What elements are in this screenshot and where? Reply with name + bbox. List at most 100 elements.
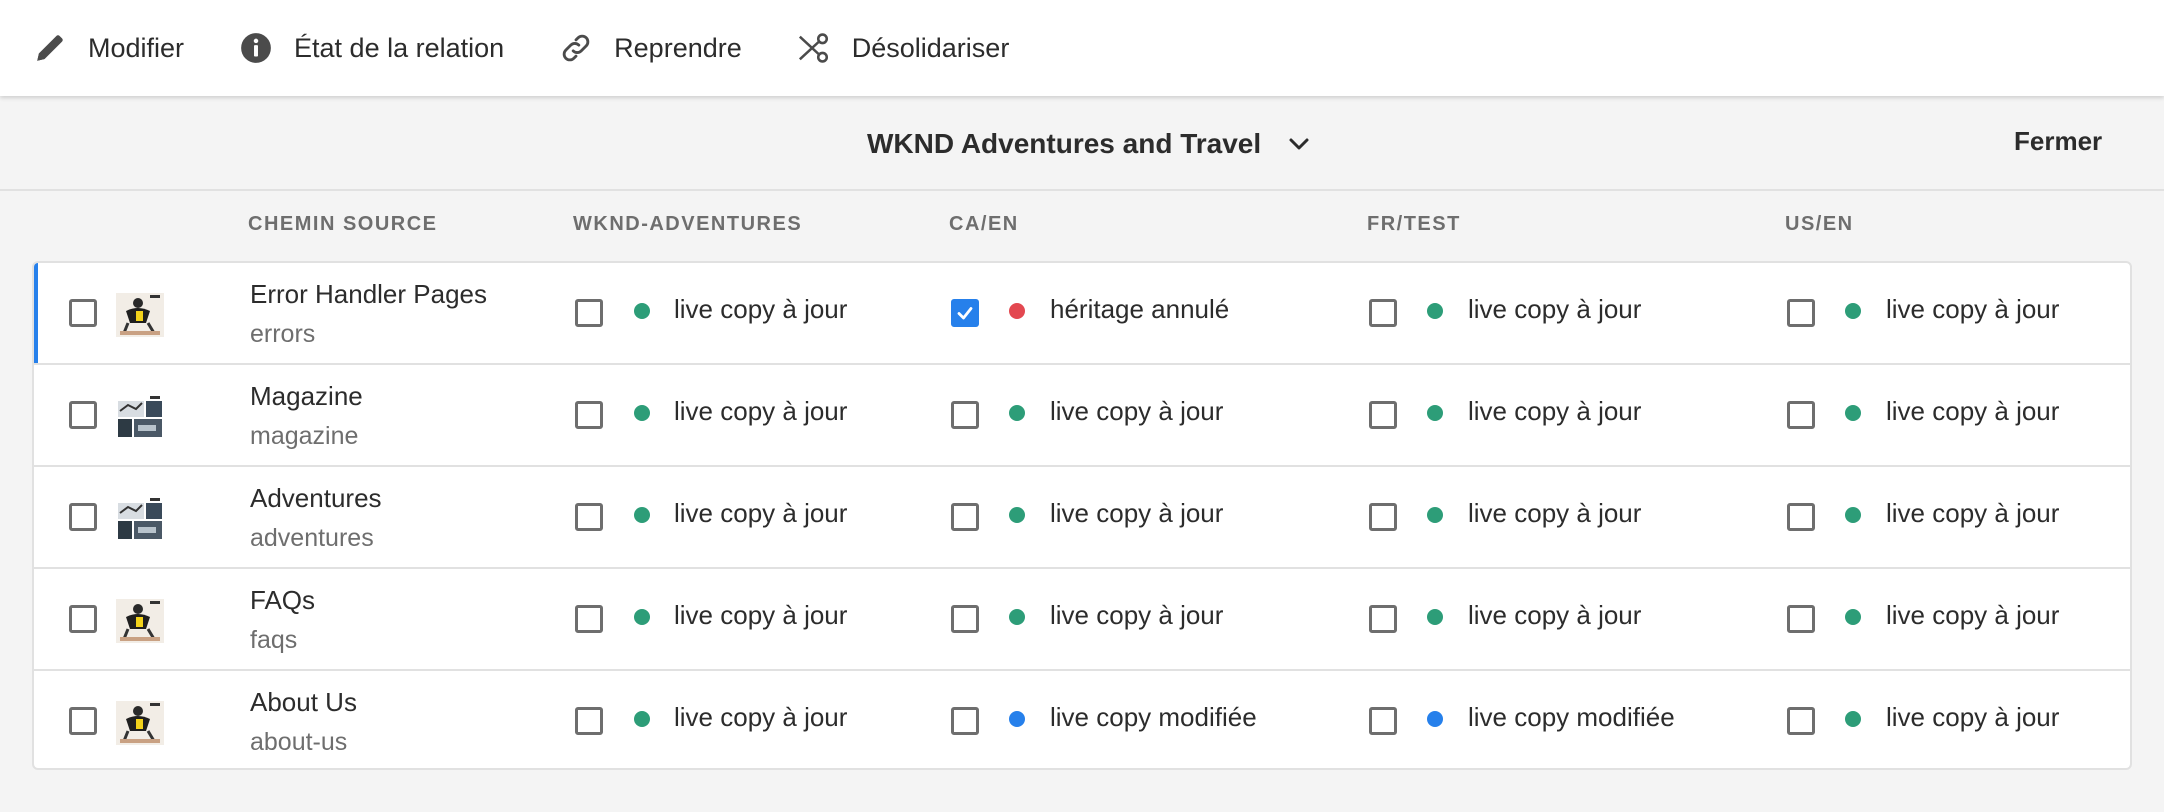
status-dot bbox=[634, 303, 650, 319]
row-checkbox[interactable] bbox=[69, 503, 97, 531]
cell-checkbox[interactable] bbox=[1369, 299, 1397, 327]
status-text: live copy à jour bbox=[674, 396, 848, 426]
status-dot bbox=[1009, 405, 1025, 421]
status-text: live copy à jour bbox=[1468, 498, 1642, 528]
cell-checkbox[interactable] bbox=[1369, 605, 1397, 633]
status-text: live copy à jour bbox=[1050, 498, 1224, 528]
scissors-icon bbox=[796, 30, 832, 66]
source-title: About Us bbox=[250, 687, 357, 717]
status-dot bbox=[1845, 507, 1861, 523]
close-button[interactable]: Fermer bbox=[2014, 126, 2102, 157]
status-text: live copy à jour bbox=[674, 498, 848, 528]
table-row[interactable]: About Us about-us live copy à jour live cop… bbox=[34, 671, 2130, 768]
row-checkbox[interactable] bbox=[69, 707, 97, 735]
cell-checkbox[interactable] bbox=[1369, 503, 1397, 531]
cell-checkbox[interactable] bbox=[1787, 605, 1815, 633]
status-dot bbox=[634, 711, 650, 727]
modifier-label: Modifier bbox=[88, 32, 185, 63]
action-bar: Modifier État de la relation Reprendre D… bbox=[0, 0, 2164, 96]
cell-checkbox[interactable] bbox=[951, 401, 979, 429]
cell-checkbox[interactable] bbox=[1787, 707, 1815, 735]
status-text: live copy à jour bbox=[1886, 702, 2060, 732]
status-text: live copy à jour bbox=[1468, 294, 1642, 324]
cell-checkbox[interactable] bbox=[575, 707, 603, 735]
cell-checkbox[interactable] bbox=[951, 503, 979, 531]
status-text: live copy modifiée bbox=[1468, 702, 1675, 732]
status-dot bbox=[1427, 303, 1443, 319]
status-dot bbox=[1427, 711, 1443, 727]
relation-status-label: État de la relation bbox=[294, 32, 505, 63]
reprendre-button[interactable]: Reprendre bbox=[558, 18, 742, 78]
cell-checkbox[interactable] bbox=[951, 605, 979, 633]
row-checkbox[interactable] bbox=[69, 401, 97, 429]
header-bar: WKND Adventures and Travel Fermer bbox=[0, 96, 2164, 191]
link-icon bbox=[558, 30, 594, 66]
column-header-fr-test: FR/TEST bbox=[1367, 213, 1461, 235]
reprendre-label: Reprendre bbox=[614, 32, 742, 63]
pencil-icon bbox=[32, 30, 68, 66]
table-row[interactable]: Error Handler Pages errors live copy à jou… bbox=[34, 263, 2130, 365]
status-dot bbox=[1845, 609, 1861, 625]
status-dot bbox=[1427, 405, 1443, 421]
cell-checkbox[interactable] bbox=[951, 707, 979, 735]
status-text: live copy à jour bbox=[1886, 498, 2060, 528]
cell-checkbox[interactable] bbox=[575, 605, 603, 633]
source-title: Adventures bbox=[250, 483, 382, 513]
status-dot bbox=[1009, 609, 1025, 625]
cell-checkbox[interactable] bbox=[575, 299, 603, 327]
chevron-down-icon bbox=[1287, 132, 1311, 156]
status-text: héritage annulé bbox=[1050, 294, 1230, 324]
status-dot bbox=[1427, 609, 1443, 625]
status-text: live copy à jour bbox=[1886, 396, 2060, 426]
source-title: Error Handler Pages bbox=[250, 279, 487, 309]
status-dot bbox=[1427, 507, 1443, 523]
column-header-source: CHEMIN SOURCE bbox=[248, 213, 438, 235]
status-dot bbox=[1009, 303, 1025, 319]
site-selector[interactable]: WKND Adventures and Travel bbox=[867, 124, 1311, 164]
modifier-button[interactable]: Modifier bbox=[32, 18, 184, 78]
table-row[interactable]: FAQs faqs live copy à jour live copy à jour… bbox=[34, 569, 2130, 671]
source-path: about-us bbox=[250, 728, 348, 756]
source-path: errors bbox=[250, 320, 316, 348]
column-header-wknd-adventures: WKND-ADVENTURES bbox=[573, 213, 803, 235]
cell-checkbox[interactable] bbox=[1369, 401, 1397, 429]
status-dot bbox=[1009, 711, 1025, 727]
page-thumbnail bbox=[116, 599, 164, 643]
status-text: live copy à jour bbox=[1468, 600, 1642, 630]
status-text: live copy modifiée bbox=[1050, 702, 1257, 732]
status-dot bbox=[634, 507, 650, 523]
status-text: live copy à jour bbox=[1886, 600, 2060, 630]
relation-status-button[interactable]: État de la relation bbox=[238, 18, 504, 78]
info-icon bbox=[238, 30, 274, 66]
cell-checkbox[interactable] bbox=[1369, 707, 1397, 735]
column-header-ca-en: CA/EN bbox=[949, 213, 1019, 235]
row-checkbox[interactable] bbox=[69, 605, 97, 633]
page-thumbnail bbox=[116, 701, 164, 745]
site-title: WKND Adventures and Travel bbox=[867, 128, 1262, 159]
cell-checkbox[interactable] bbox=[951, 299, 979, 327]
desolidariser-button[interactable]: Désolidariser bbox=[796, 18, 1010, 78]
column-header-us-en: US/EN bbox=[1785, 213, 1854, 235]
cell-checkbox[interactable] bbox=[1787, 503, 1815, 531]
status-dot bbox=[1845, 303, 1861, 319]
desolidariser-label: Désolidariser bbox=[851, 32, 1010, 63]
status-text: live copy à jour bbox=[1886, 294, 2060, 324]
cell-checkbox[interactable] bbox=[1787, 299, 1815, 327]
cell-checkbox[interactable] bbox=[1787, 401, 1815, 429]
status-text: live copy à jour bbox=[674, 294, 848, 324]
source-path: adventures bbox=[250, 524, 374, 552]
source-title: FAQs bbox=[250, 585, 316, 615]
table-row[interactable]: Adventures adventures live copy à jour live… bbox=[34, 467, 2130, 569]
row-checkbox[interactable] bbox=[69, 299, 97, 327]
source-path: faqs bbox=[250, 626, 298, 654]
status-dot bbox=[1845, 711, 1861, 727]
status-dot bbox=[1845, 405, 1861, 421]
cell-checkbox[interactable] bbox=[575, 503, 603, 531]
source-title: Magazine bbox=[250, 381, 363, 411]
status-text: live copy à jour bbox=[674, 600, 848, 630]
cell-checkbox[interactable] bbox=[575, 401, 603, 429]
relations-table: Error Handler Pages errors live copy à jou… bbox=[32, 261, 2132, 770]
status-dot bbox=[634, 609, 650, 625]
table-row[interactable]: Magazine magazine live copy à jour live cop… bbox=[34, 365, 2130, 467]
status-text: live copy à jour bbox=[1468, 396, 1642, 426]
